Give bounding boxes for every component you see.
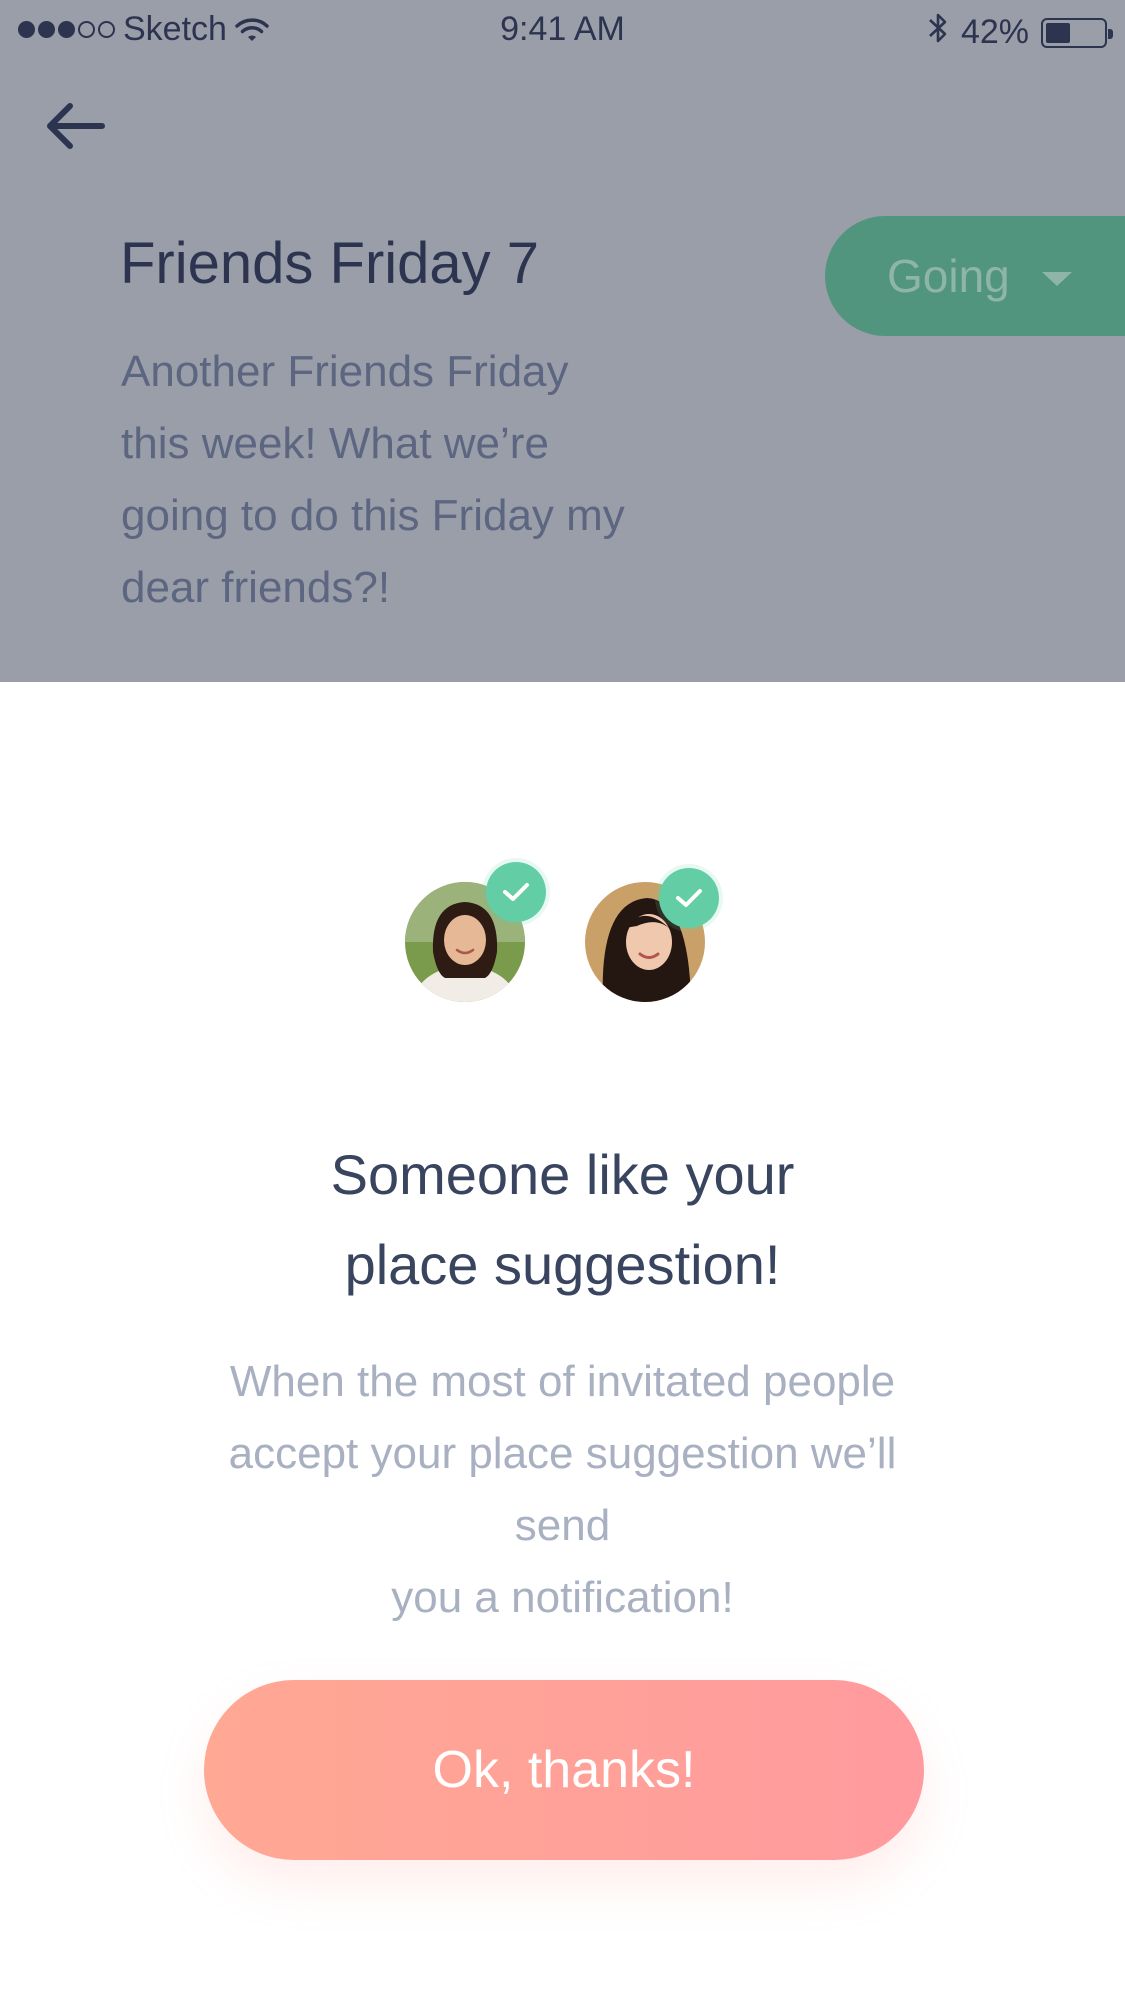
avatar-2-wrap xyxy=(585,868,719,1002)
modal-message: When the most of invitated people accept… xyxy=(160,1346,965,1634)
event-title: Friends Friday 7 xyxy=(120,231,540,296)
modal-title-line-1: Someone like your xyxy=(330,1143,795,1206)
check-icon xyxy=(486,862,546,922)
rsvp-dropdown-button[interactable]: Going xyxy=(825,216,1125,336)
modal-title: Someone like your place suggestion! xyxy=(0,1130,1125,1310)
status-bar: Sketch 9:41 AM 42% xyxy=(0,0,1125,62)
modal-title-line-2: place suggestion! xyxy=(344,1233,781,1296)
modal-message-line-2: accept your place suggestion we’ll xyxy=(228,1429,897,1478)
background-event-screen: Sketch 9:41 AM 42% Friends Friday 7 Anot… xyxy=(0,0,1125,682)
event-description: Another Friends Friday this week! What w… xyxy=(121,347,625,612)
battery-percent: 42% xyxy=(960,13,1029,51)
modal-message-line-4: you a notification! xyxy=(391,1573,734,1622)
battery-level xyxy=(1046,22,1070,43)
battery-icon xyxy=(1041,17,1113,48)
arrow-left-icon[interactable] xyxy=(44,100,106,152)
bluetooth-icon xyxy=(927,10,949,55)
status-right: 42% xyxy=(927,10,1113,55)
modal-message-line-1: When the most of invitated people xyxy=(229,1357,896,1406)
rsvp-label: Going xyxy=(887,250,1010,302)
chevron-down-icon xyxy=(1041,272,1072,286)
ok-thanks-button[interactable]: Ok, thanks! xyxy=(204,1680,924,1860)
check-icon xyxy=(659,868,719,928)
modal-message-line-3: send xyxy=(514,1501,611,1550)
avatar-1-wrap xyxy=(405,862,546,1002)
notification-modal: Someone like your place suggestion! When… xyxy=(0,682,1125,2001)
